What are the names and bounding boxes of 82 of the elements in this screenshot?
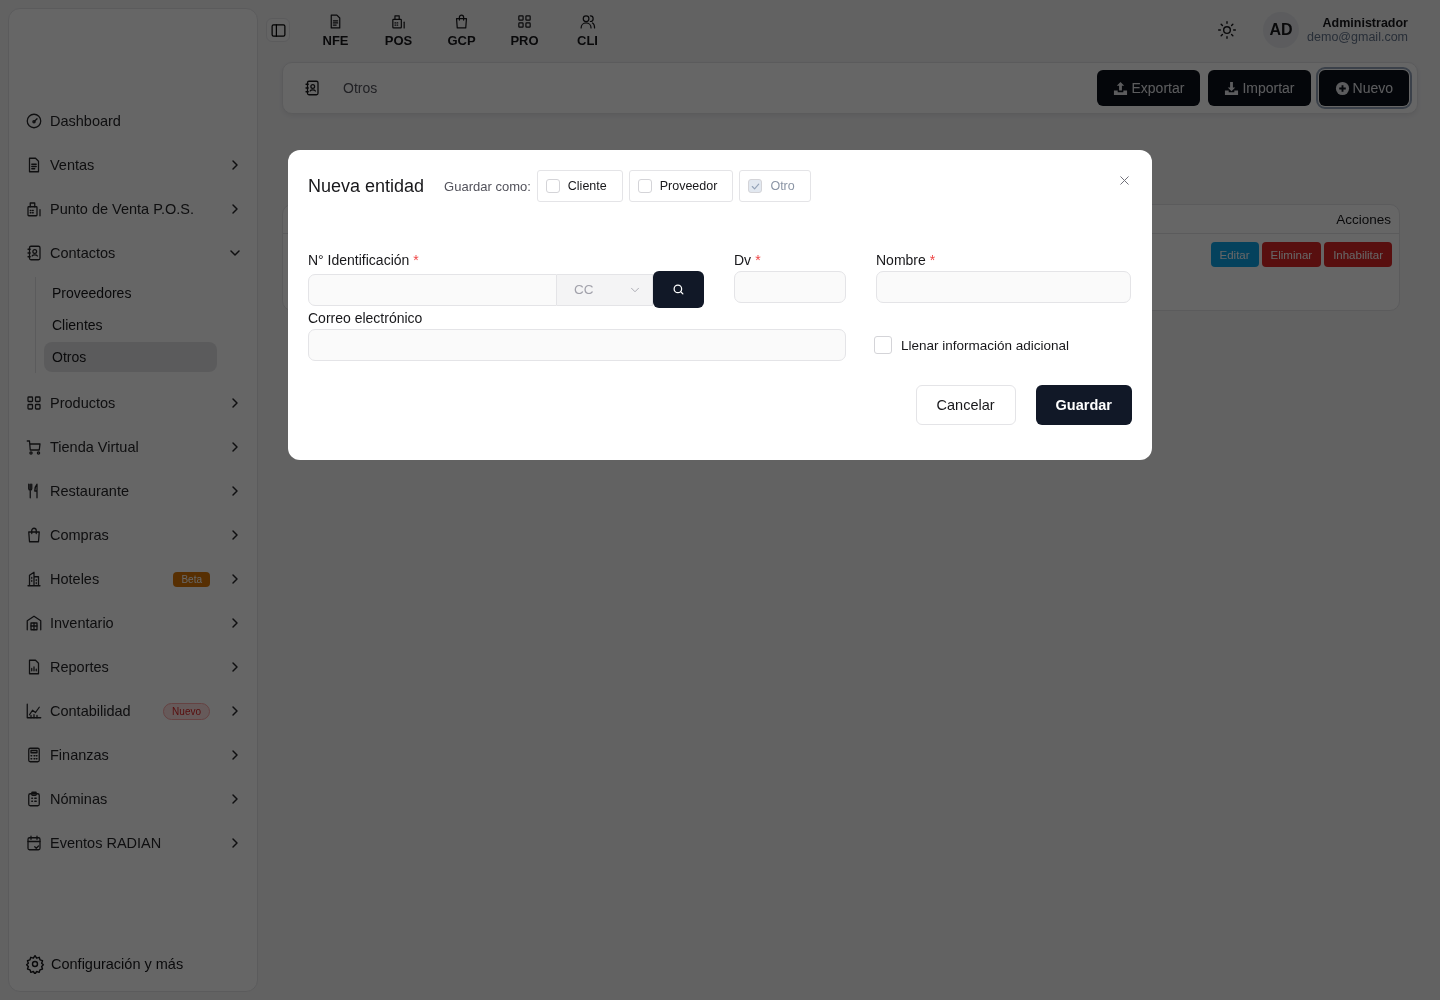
contact-book-icon: [25, 244, 43, 262]
sidebar-item[interactable]: Ventas: [25, 143, 243, 187]
sidebar-item[interactable]: Nóminas: [25, 777, 243, 821]
sun-icon: [1217, 20, 1238, 40]
edit-button[interactable]: Editar: [1210, 242, 1259, 267]
input-field[interactable]: [308, 329, 846, 361]
type-select[interactable]: CC: [557, 273, 653, 306]
dialog-title: Nueva entidad: [308, 175, 425, 197]
settings-icon: [25, 954, 45, 974]
sidebar-item[interactable]: Dashboard: [25, 99, 243, 143]
sidebar-item[interactable]: Productos: [25, 381, 243, 425]
avatar[interactable]: AD: [1263, 12, 1300, 48]
calendar-icon: [25, 834, 43, 852]
checkbox-option[interactable]: Cliente: [536, 170, 623, 202]
badge: Beta: [173, 571, 210, 587]
sidebar-icon: [269, 21, 287, 39]
field-label: N° Identificación *: [308, 252, 420, 268]
sidebar-item[interactable]: Reportes: [25, 645, 243, 689]
clipboard-icon: [25, 790, 43, 808]
page-title: Otros: [343, 80, 379, 96]
nav-shortcut[interactable]: CLI: [556, 12, 619, 48]
nav-shortcut[interactable]: GCP: [430, 12, 493, 48]
bag-icon: [25, 526, 43, 544]
input-field[interactable]: [734, 271, 846, 303]
grid-icon: [516, 12, 533, 30]
export-button[interactable]: Exportar: [1097, 70, 1201, 106]
input-field[interactable]: [876, 271, 1131, 303]
plus-icon: [1334, 80, 1350, 96]
checkbox[interactable]: [874, 336, 892, 354]
contact-book-icon: [303, 79, 321, 97]
warehouse-icon: [25, 614, 43, 632]
nav-shortcut[interactable]: POS: [367, 12, 430, 48]
submenu-item[interactable]: Clientes: [44, 310, 217, 340]
bag-icon: [453, 12, 470, 30]
download-icon: [1224, 80, 1240, 96]
checkbox[interactable]: [545, 179, 560, 193]
grid-icon: [25, 394, 43, 412]
sidebar-item[interactable]: Restaurante: [25, 469, 243, 513]
settings-link[interactable]: Configuración y más: [25, 949, 243, 979]
delete-button[interactable]: Eliminar: [1261, 242, 1322, 267]
checkbox[interactable]: [637, 179, 652, 193]
search-icon: [671, 282, 686, 297]
sidebar-item[interactable]: Compras: [25, 513, 243, 557]
import-button[interactable]: Importar: [1208, 70, 1311, 106]
sidebar-item[interactable]: Contactos: [25, 231, 243, 275]
submenu-item[interactable]: Proveedores: [44, 278, 217, 308]
cash-register-icon: [390, 12, 407, 30]
gauge-icon: [25, 112, 43, 130]
sidebar-item[interactable]: Contabilidad Nuevo: [25, 689, 243, 733]
badge: Nuevo: [163, 702, 210, 720]
sidebar-toggle[interactable]: [266, 18, 290, 42]
sidebar-item[interactable]: Finanzas: [25, 733, 243, 777]
submenu-item[interactable]: Otros: [44, 342, 217, 372]
sidebar-item[interactable]: Punto de Venta P.O.S.: [25, 187, 243, 231]
field-label: Nombre *: [876, 252, 937, 268]
save-button[interactable]: Guardar: [1035, 385, 1132, 425]
sidebar-item[interactable]: Inventario: [25, 601, 243, 645]
user-name: Administrador: [1322, 16, 1408, 30]
field-label: Correo electrónico: [308, 310, 424, 326]
save-as-label: Guardar como:: [444, 178, 531, 194]
cash-register-icon: [25, 200, 43, 218]
sidebar-item[interactable]: Hoteles Beta: [25, 557, 243, 601]
new-button[interactable]: Nuevo: [1318, 70, 1409, 106]
field-label: Dv *: [734, 252, 762, 268]
calculator-icon: [25, 746, 43, 764]
user-email: demo@gmail.com: [1307, 30, 1408, 44]
upload-icon: [1113, 80, 1129, 96]
checkbox-option[interactable]: Proveedor: [628, 170, 734, 202]
checkbox-option[interactable]: Llenar información adicional: [874, 329, 1131, 361]
cancel-button[interactable]: Cancelar: [915, 385, 1016, 425]
sidebar-item[interactable]: Tienda Virtual: [25, 425, 243, 469]
disable-button[interactable]: Inhabilitar: [1324, 242, 1392, 267]
nav-shortcut[interactable]: NFE: [304, 12, 367, 48]
input-field[interactable]: [308, 273, 557, 306]
search-button[interactable]: [653, 271, 704, 308]
building-icon: [25, 570, 43, 588]
nav-shortcut[interactable]: PRO: [493, 12, 556, 48]
users-icon: [579, 12, 596, 30]
sidebar-item[interactable]: Eventos RADIAN: [25, 821, 243, 865]
column-header: Acciones: [1336, 211, 1391, 227]
chart-icon: [25, 702, 43, 720]
cart-icon: [25, 438, 43, 456]
